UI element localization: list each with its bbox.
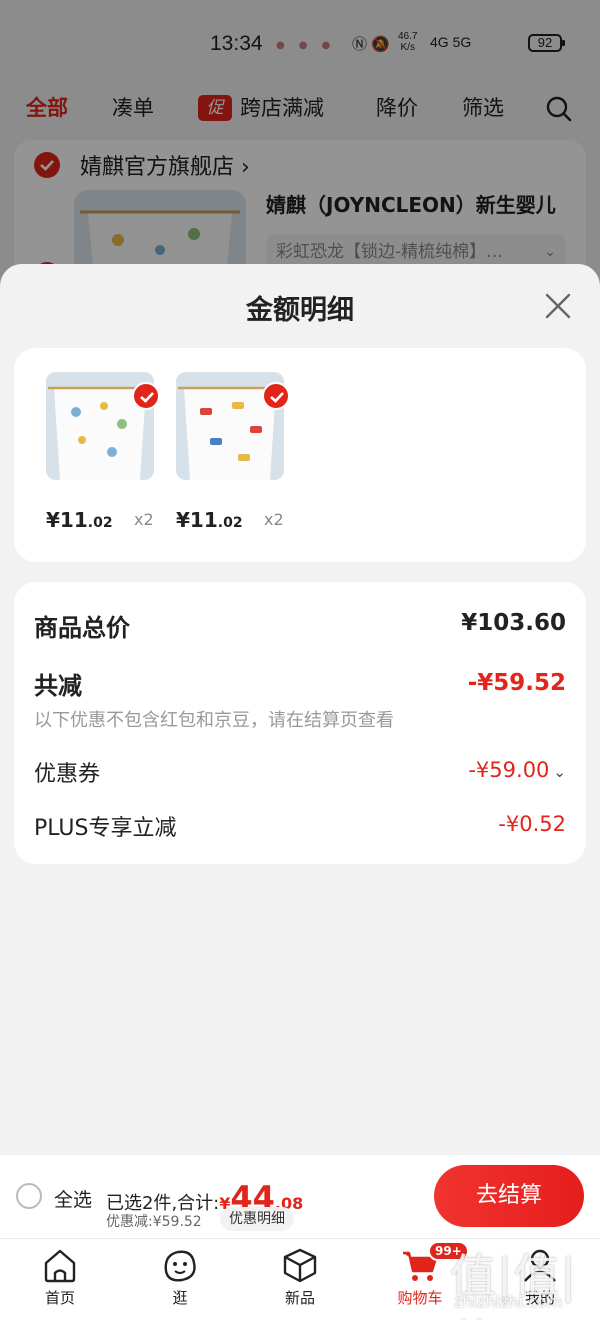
nav-browse[interactable]: 逛 bbox=[130, 1247, 230, 1317]
goods-total-value: ¥103.60 bbox=[461, 610, 566, 636]
amount-detail-sheet: 金额明细 ¥11.02 x2 ¥11.02 x2 商品总价 ¥103.60 共减… bbox=[0, 264, 600, 1154]
total-reduce-value: -¥59.52 bbox=[467, 670, 566, 696]
discount-note: 以下优惠不包含红包和京豆，请在结算页查看 bbox=[34, 710, 394, 731]
item-price-dec: .02 bbox=[87, 515, 113, 531]
nav-home-label: 首页 bbox=[44, 1289, 75, 1307]
goods-total-label: 商品总价 bbox=[34, 614, 130, 642]
item-price-int: 11 bbox=[59, 508, 88, 532]
chevron-down-icon: ⌄ bbox=[553, 763, 566, 781]
nav-home[interactable]: 首页 bbox=[10, 1247, 110, 1317]
select-all-label[interactable]: 全选 bbox=[54, 1185, 92, 1212]
item-selected-check-icon bbox=[132, 382, 160, 410]
item-price-currency: ¥ bbox=[46, 508, 60, 532]
item-price: ¥11.02 bbox=[46, 508, 113, 532]
coupon-label: 优惠券 bbox=[34, 762, 101, 787]
price-summary-card: 商品总价 ¥103.60 共减 -¥59.52 以下优惠不包含红包和京豆，请在结… bbox=[14, 582, 586, 864]
checkout-button[interactable]: 去结算 bbox=[434, 1165, 584, 1227]
selected-items-card: ¥11.02 x2 ¥11.02 x2 bbox=[14, 348, 586, 562]
plus-discount-label: PLUS专享立减 bbox=[34, 816, 177, 841]
item-price-dec: .02 bbox=[217, 515, 243, 531]
coupon-value[interactable]: -¥59.00 ⌄ bbox=[468, 758, 566, 782]
discount-detail-button[interactable]: 优惠明细 bbox=[220, 1207, 294, 1231]
watermark-url: zhizhizhi.com bbox=[454, 1292, 563, 1311]
plus-discount-value: -¥0.52 bbox=[498, 812, 566, 836]
item-qty: x2 bbox=[264, 510, 284, 529]
sheet-title: 金额明细 bbox=[246, 295, 354, 326]
item-price: ¥11.02 bbox=[176, 508, 243, 532]
nav-new-label: 新品 bbox=[284, 1289, 315, 1307]
home-icon bbox=[44, 1249, 76, 1283]
dim-overlay[interactable] bbox=[0, 0, 600, 300]
close-icon[interactable] bbox=[540, 288, 576, 324]
select-all-radio[interactable] bbox=[16, 1183, 42, 1209]
item-price-currency: ¥ bbox=[176, 508, 190, 532]
browse-face-icon bbox=[164, 1250, 196, 1282]
item-price-int: 11 bbox=[189, 508, 218, 532]
item-qty: x2 bbox=[134, 510, 154, 529]
nav-browse-label: 逛 bbox=[172, 1289, 188, 1307]
discount-info: 优惠减:¥59.52 bbox=[106, 1214, 202, 1230]
nav-new[interactable]: 新品 bbox=[250, 1247, 350, 1317]
site-watermark: 值|值|值 zhizhizhi.com bbox=[448, 1236, 598, 1320]
coupon-value-text: -¥59.00 bbox=[468, 758, 550, 782]
box-icon bbox=[283, 1248, 317, 1283]
selected-item[interactable]: ¥11.02 x2 bbox=[28, 372, 160, 532]
item-selected-check-icon bbox=[262, 382, 290, 410]
selected-item[interactable]: ¥11.02 x2 bbox=[158, 372, 290, 532]
checkout-bar: 全选 已选2件,合计:¥44.08 优惠减:¥59.52 优惠明细 去结算 bbox=[0, 1154, 600, 1238]
total-reduce-label: 共减 bbox=[34, 672, 82, 700]
